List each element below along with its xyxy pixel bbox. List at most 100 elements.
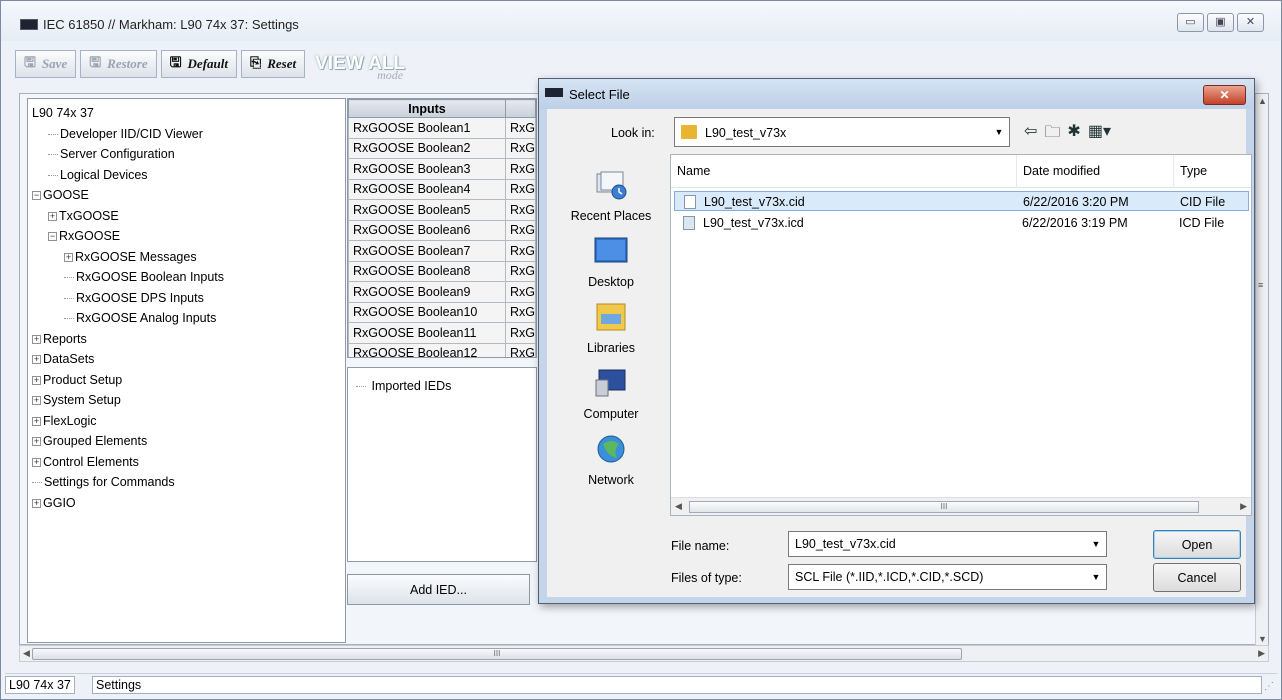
table-cell[interactable]: RxG bbox=[505, 260, 536, 282]
table-cell[interactable]: RxG bbox=[505, 158, 536, 180]
tree-item[interactable]: L90 74x 37 bbox=[28, 103, 345, 124]
expand-icon[interactable]: + bbox=[32, 375, 41, 385]
expand-icon[interactable]: + bbox=[32, 498, 41, 508]
tree-item[interactable]: Server Configuration bbox=[28, 144, 345, 165]
table-row[interactable]: RxGOOSE Boolean10 RxG bbox=[348, 301, 536, 323]
tree-item[interactable]: Developer IID/CID Viewer bbox=[28, 124, 345, 145]
place-recent-places[interactable]: Recent Places bbox=[553, 168, 669, 223]
tree-item[interactable]: RxGOOSE DPS Inputs bbox=[28, 288, 345, 309]
table-cell[interactable]: RxG bbox=[505, 281, 536, 303]
inputs-column-header-2[interactable] bbox=[505, 99, 536, 118]
expand-icon[interactable]: + bbox=[32, 396, 41, 406]
table-row[interactable]: RxGOOSE Boolean4 RxG bbox=[348, 178, 536, 200]
table-cell[interactable]: RxGOOSE Boolean10 bbox=[348, 301, 506, 323]
table-row[interactable]: RxGOOSE Boolean8 RxG bbox=[348, 260, 536, 282]
open-button[interactable]: Open bbox=[1153, 530, 1241, 559]
tree-item[interactable]: + Control Elements bbox=[28, 452, 345, 473]
table-cell[interactable]: RxGOOSE Boolean2 bbox=[348, 137, 506, 159]
tree-item[interactable]: RxGOOSE Boolean Inputs bbox=[28, 267, 345, 288]
close-button[interactable]: ✕ bbox=[1237, 13, 1264, 32]
dialog-close-button[interactable]: ✕ bbox=[1203, 85, 1246, 105]
place-desktop[interactable]: Desktop bbox=[553, 234, 669, 289]
table-cell[interactable]: RxGOOSE Boolean1 bbox=[348, 117, 506, 139]
place-libraries[interactable]: Libraries bbox=[553, 300, 669, 355]
look-in-select[interactable]: L90_test_v73x ▼ bbox=[674, 117, 1010, 147]
scroll-thumb[interactable]: III bbox=[32, 648, 962, 660]
expand-icon[interactable]: + bbox=[48, 211, 57, 221]
tree-item[interactable]: + Reports bbox=[28, 329, 345, 350]
view-all-mode-button[interactable]: VIEW ALL mode bbox=[315, 53, 405, 82]
file-list-hscrollbar[interactable]: ◀ III ▶ bbox=[671, 497, 1251, 515]
table-cell[interactable]: RxGOOSE Boolean7 bbox=[348, 240, 506, 262]
column-type[interactable]: Type bbox=[1174, 155, 1251, 188]
table-row[interactable]: RxGOOSE Boolean5 RxG bbox=[348, 199, 536, 221]
tree-item[interactable]: Settings for Commands bbox=[28, 472, 345, 493]
table-cell[interactable]: RxG bbox=[505, 178, 536, 200]
table-cell[interactable]: RxGOOSE Boolean12 bbox=[348, 342, 506, 357]
table-cell[interactable]: RxGOOSE Boolean3 bbox=[348, 158, 506, 180]
table-cell[interactable]: RxGOOSE Boolean5 bbox=[348, 199, 506, 221]
tree-item[interactable]: + Product Setup bbox=[28, 370, 345, 391]
expand-icon[interactable]: + bbox=[32, 437, 41, 447]
tree-item[interactable]: + System Setup bbox=[28, 390, 345, 411]
resize-grip-icon[interactable]: ⋰ bbox=[1264, 681, 1274, 692]
scroll-up-icon[interactable]: ▲ bbox=[1258, 96, 1267, 106]
maximize-button[interactable]: ▣ bbox=[1207, 13, 1234, 32]
view-menu-icon[interactable]: ▦▾ bbox=[1088, 121, 1111, 148]
horizontal-scrollbar[interactable]: ◀ III ▶ bbox=[19, 645, 1269, 662]
collapse-icon[interactable]: − bbox=[48, 232, 57, 242]
table-row[interactable]: RxGOOSE Boolean3 RxG bbox=[348, 158, 536, 180]
table-cell[interactable]: RxGOOSE Boolean6 bbox=[348, 219, 506, 241]
place-computer[interactable]: Computer bbox=[553, 366, 669, 421]
place-network[interactable]: Network bbox=[553, 432, 669, 487]
table-row[interactable]: RxGOOSE Boolean11 RxG bbox=[348, 322, 536, 344]
table-cell[interactable]: RxGOOSE Boolean11 bbox=[348, 322, 506, 344]
table-cell[interactable]: RxG bbox=[505, 117, 536, 139]
scroll-left-icon[interactable]: ◀ bbox=[675, 501, 682, 512]
add-ied-button[interactable]: Add IED... bbox=[347, 574, 530, 605]
imported-ieds-item[interactable]: Imported IEDs bbox=[348, 376, 536, 397]
tree-item[interactable]: + FlexLogic bbox=[28, 411, 345, 432]
column-name[interactable]: Name bbox=[671, 155, 1017, 188]
up-folder-icon[interactable]: 🗀 bbox=[1044, 121, 1060, 148]
expand-icon[interactable]: + bbox=[32, 334, 41, 344]
back-icon[interactable]: ⇦ bbox=[1024, 121, 1037, 148]
chevron-down-icon[interactable]: ▼ bbox=[993, 126, 1005, 138]
table-row[interactable]: RxGOOSE Boolean1 RxG bbox=[348, 117, 536, 139]
table-cell[interactable]: RxGOOSE Boolean8 bbox=[348, 260, 506, 282]
new-folder-icon[interactable]: ✱ bbox=[1067, 121, 1080, 148]
tree-item[interactable]: − RxGOOSE bbox=[28, 226, 345, 247]
table-cell[interactable]: RxG bbox=[505, 240, 536, 262]
inputs-column-header[interactable]: Inputs bbox=[348, 99, 506, 118]
table-cell[interactable]: RxG bbox=[505, 219, 536, 241]
tree-item[interactable]: + GGIO bbox=[28, 493, 345, 514]
table-cell[interactable]: RxG bbox=[505, 342, 536, 357]
table-row[interactable]: RxGOOSE Boolean7 RxG bbox=[348, 240, 536, 262]
file-row[interactable]: L90_test_v73x.icd 6/22/2016 3:19 PM ICD … bbox=[674, 213, 1249, 233]
table-cell[interactable]: RxGOOSE Boolean4 bbox=[348, 178, 506, 200]
expand-icon[interactable]: + bbox=[32, 416, 41, 426]
expand-icon[interactable]: + bbox=[32, 355, 41, 365]
tree-item[interactable]: RxGOOSE Analog Inputs bbox=[28, 308, 345, 329]
scroll-right-icon[interactable]: ▶ bbox=[1258, 648, 1265, 659]
chevron-down-icon[interactable]: ▼ bbox=[1090, 538, 1102, 550]
restore-button[interactable]: 🖫 Restore bbox=[80, 50, 157, 78]
tree-item[interactable]: Logical Devices bbox=[28, 165, 345, 186]
table-cell[interactable]: RxGOOSE Boolean9 bbox=[348, 281, 506, 303]
default-button[interactable]: 🖫 Default bbox=[160, 50, 237, 78]
file-name-input[interactable]: L90_test_v73x.cid ▼ bbox=[788, 531, 1107, 557]
scroll-left-icon[interactable]: ◀ bbox=[23, 648, 30, 659]
tree-item[interactable]: + DataSets bbox=[28, 349, 345, 370]
column-date-modified[interactable]: Date modified bbox=[1017, 155, 1174, 188]
save-button[interactable]: 🖫 Save bbox=[15, 50, 77, 78]
scroll-thumb[interactable]: III bbox=[689, 501, 1199, 513]
table-row[interactable]: RxGOOSE Boolean9 RxG bbox=[348, 281, 536, 303]
chevron-down-icon[interactable]: ▼ bbox=[1090, 571, 1102, 583]
table-row[interactable]: RxGOOSE Boolean12 RxG bbox=[348, 342, 536, 357]
reset-button[interactable]: ⎘ Reset bbox=[241, 50, 306, 78]
cancel-button[interactable]: Cancel bbox=[1153, 563, 1241, 592]
tree-item[interactable]: + TxGOOSE bbox=[28, 206, 345, 227]
vertical-scrollbar[interactable]: ▲ ≡ ▼ bbox=[1255, 94, 1268, 646]
tree-item[interactable]: + Grouped Elements bbox=[28, 431, 345, 452]
collapse-icon[interactable]: − bbox=[32, 191, 41, 201]
